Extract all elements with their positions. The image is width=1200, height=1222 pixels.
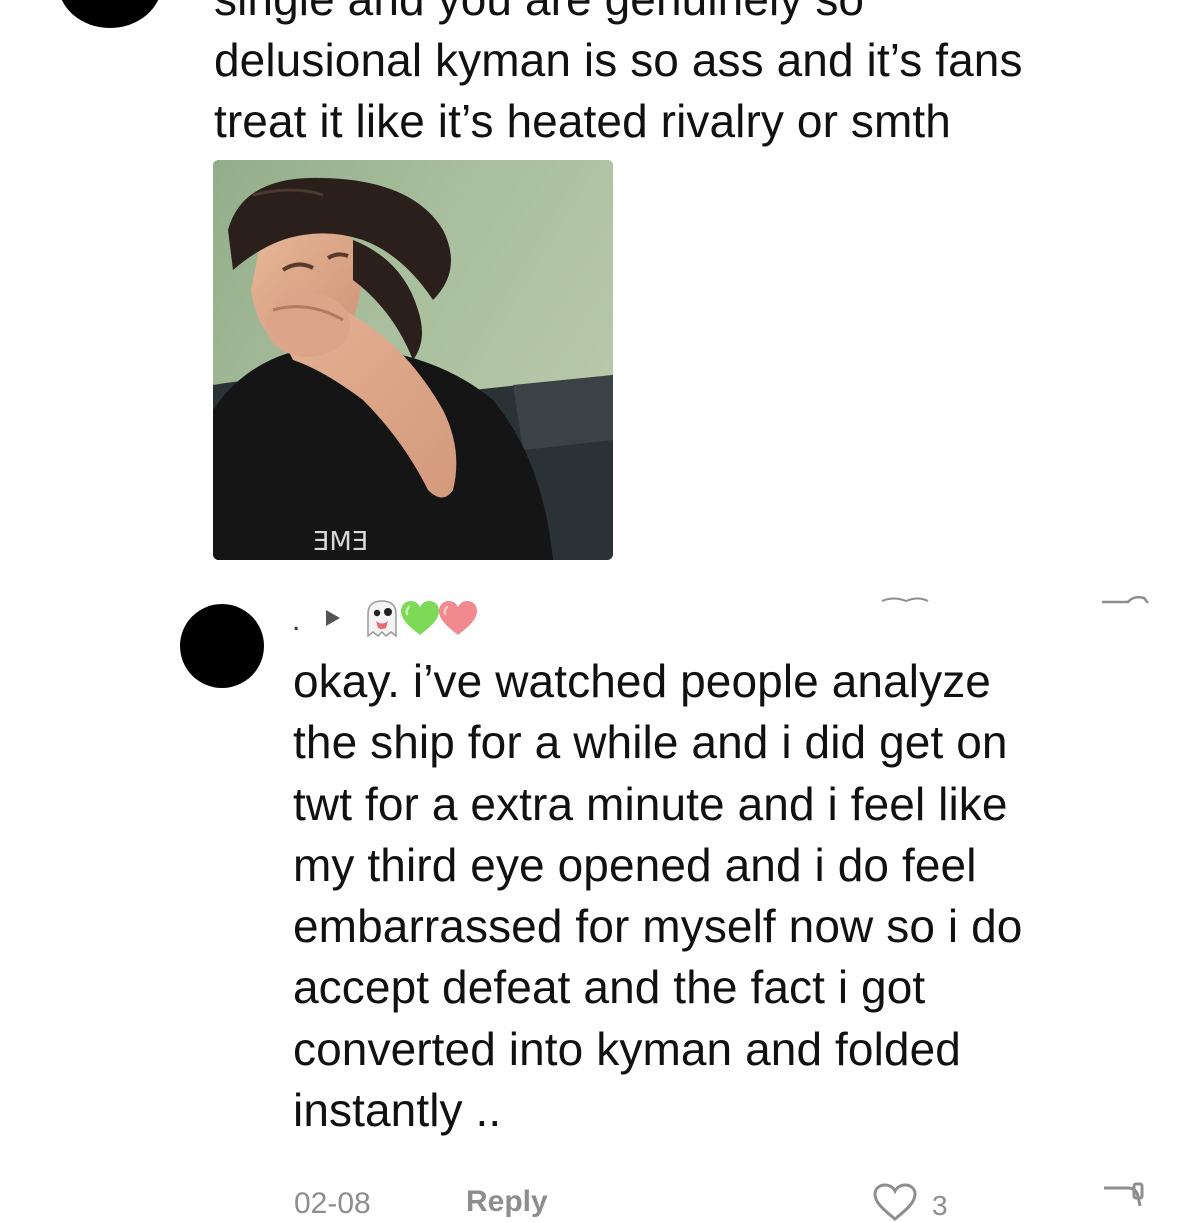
like-count: 3 bbox=[932, 1190, 948, 1221]
reply-text-line: converted into kyman and folded bbox=[293, 1022, 961, 1075]
like-heart-icon[interactable] bbox=[872, 1182, 918, 1222]
reply-button[interactable]: Reply bbox=[466, 1185, 548, 1219]
reaction-photo-icon: ƎMƎ bbox=[213, 160, 613, 560]
reply-text: okay. i’ve watched people analyze the sh… bbox=[293, 651, 1022, 1141]
reply-header: . bbox=[292, 596, 478, 640]
comment-image[interactable]: ƎMƎ bbox=[213, 160, 613, 560]
reply-text-line: twt for a extra minute and i feel like bbox=[293, 777, 1008, 830]
reply-arrow-icon bbox=[326, 610, 340, 626]
reply-text-line: instantly .. bbox=[293, 1084, 502, 1137]
green-heart-icon bbox=[401, 601, 439, 635]
comment-text-line: single and you are genuinely so bbox=[214, 0, 1023, 30]
reply-footer: 02-08 Reply 3 bbox=[292, 1180, 1172, 1222]
reply-text-line: accept defeat and the fact i got bbox=[293, 961, 926, 1014]
comment-text-line: treat it like it’s heated rivalry or smt… bbox=[214, 95, 951, 147]
reply-text-line: my third eye opened and i do feel bbox=[293, 838, 977, 891]
dislike-icon[interactable] bbox=[1100, 1182, 1144, 1222]
ghost-emoji-icon bbox=[367, 600, 397, 638]
commenter-avatar[interactable] bbox=[58, 0, 162, 28]
reply-avatar[interactable] bbox=[180, 604, 264, 688]
comment-text-line: delusional kyman is so ass and it’s fans bbox=[214, 34, 1023, 86]
shirt-print-text: ƎMƎ bbox=[313, 527, 368, 557]
pink-heart-icon bbox=[439, 601, 477, 635]
reply-text-line: okay. i’ve watched people analyze bbox=[293, 655, 991, 707]
reply-username[interactable]: . bbox=[292, 606, 314, 636]
reply-timestamp: 02-08 bbox=[294, 1187, 371, 1220]
reply-text-line: the ship for a while and i did get on bbox=[293, 716, 1008, 769]
comment-text: single and you are genuinely so delusion… bbox=[214, 0, 1023, 152]
reply-text-line: embarrassed for myself now so i do bbox=[293, 900, 1023, 953]
dislike-icon[interactable] bbox=[1100, 592, 1150, 604]
more-options-icon[interactable] bbox=[880, 596, 930, 602]
